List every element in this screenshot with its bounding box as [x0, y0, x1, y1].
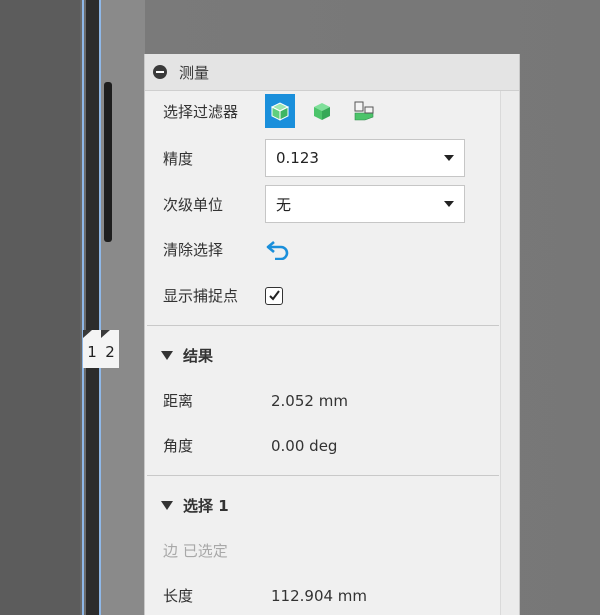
undo-arrow-icon[interactable]	[265, 238, 293, 260]
distance-row: 距离 2.052 mm	[163, 390, 348, 411]
secondary-unit-value: 无	[276, 195, 292, 214]
collapse-triangle-icon	[161, 351, 173, 360]
divider	[147, 475, 499, 476]
selection-status-row: 边 已选定	[163, 540, 228, 561]
selection1-section-toggle[interactable]: 选择 1	[161, 495, 229, 516]
filter-row: 选择过滤器	[163, 94, 391, 128]
distance-label: 距离	[163, 392, 194, 410]
secondary-unit-select[interactable]: 无	[265, 185, 465, 223]
precision-row: 精度 0.123	[163, 139, 465, 177]
filter-label: 选择过滤器	[163, 102, 239, 121]
secondary-unit-label: 次级单位	[163, 195, 224, 214]
panel-header: 测量	[145, 54, 519, 91]
angle-label: 角度	[163, 437, 194, 455]
snap-checkbox[interactable]	[265, 286, 283, 305]
selection-status: 边 已选定	[163, 542, 228, 560]
clear-row: 清除选择	[163, 238, 293, 260]
precision-select[interactable]: 0.123	[265, 139, 465, 177]
body-cube-icon	[270, 102, 290, 121]
collapse-minus-icon[interactable]	[153, 65, 167, 79]
model-shadow-face	[86, 0, 100, 615]
precision-value: 0.123	[276, 149, 319, 167]
secondary-unit-row: 次级单位 无	[163, 185, 465, 223]
distance-value: 2.052 mm	[271, 391, 348, 410]
length-row: 长度 112.904 mm	[163, 585, 367, 606]
angle-value: 0.00 deg	[271, 436, 338, 455]
precision-label: 精度	[163, 149, 194, 168]
results-title: 结果	[183, 347, 214, 365]
selection1-title: 选择 1	[183, 497, 229, 515]
selection-marker-2: 2	[101, 330, 119, 368]
panel-scrollbar[interactable]	[500, 91, 519, 615]
chevron-down-icon	[444, 201, 454, 207]
face-filter-button[interactable]	[307, 94, 337, 128]
check-icon	[268, 290, 280, 301]
body-filter-button[interactable]	[265, 94, 295, 128]
selected-edge-1[interactable]	[82, 0, 84, 615]
angle-row: 角度 0.00 deg	[163, 435, 337, 456]
collapse-triangle-icon	[161, 501, 173, 510]
panel-title: 测量	[179, 63, 210, 82]
edge-shape-icon	[354, 101, 374, 121]
length-value: 112.904 mm	[271, 586, 368, 605]
selected-edge-2[interactable]	[99, 0, 101, 615]
edge-filter-button[interactable]	[349, 94, 379, 128]
length-label: 长度	[163, 587, 194, 605]
clear-label: 清除选择	[163, 240, 224, 259]
model-slot	[104, 82, 112, 242]
divider	[147, 325, 499, 326]
viewport-dark-area	[0, 0, 80, 615]
selection-marker-1: 1	[83, 330, 101, 368]
snap-label: 显示捕捉点	[163, 287, 239, 305]
chevron-down-icon	[444, 155, 454, 161]
snap-row: 显示捕捉点	[163, 285, 283, 306]
measure-panel: 测量 选择过滤器 精度 0.123 次级单位 无 清除选择 显示捕捉点 结果 距…	[144, 54, 520, 615]
results-section-toggle[interactable]: 结果	[161, 345, 213, 366]
face-cube-icon	[314, 103, 330, 120]
